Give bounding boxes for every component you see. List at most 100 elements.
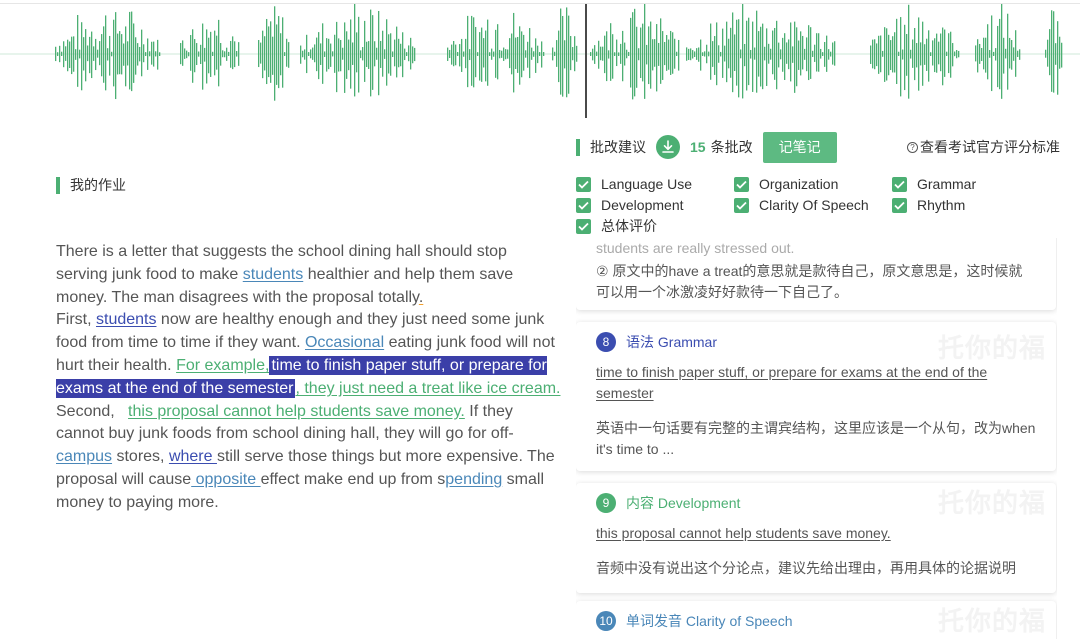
waveform-sample — [816, 33, 818, 72]
audio-waveform[interactable] — [0, 4, 1080, 120]
waveform-sample — [358, 16, 360, 93]
waveform-sample — [752, 21, 754, 92]
filter-grammar[interactable]: Grammar — [892, 174, 976, 194]
waveform-sample — [194, 39, 196, 73]
waveform-sample — [264, 36, 266, 71]
waveform-sample — [756, 10, 758, 93]
card-faded-text: students are really stressed out. — [596, 240, 795, 256]
waveform-sample — [344, 22, 346, 93]
waveform-sample — [451, 44, 453, 65]
waveform-sample — [768, 43, 770, 64]
waveform-sample — [989, 50, 991, 58]
waveform-sample — [766, 28, 768, 86]
waveform-sample — [718, 45, 720, 63]
correction-mark[interactable]: , they just need a treat like ice cream. — [295, 380, 560, 397]
correction-mark[interactable]: opposite — [191, 471, 260, 488]
filter-label: Rhythm — [917, 197, 966, 213]
take-notes-button[interactable]: 记笔记 — [762, 131, 837, 163]
waveform-sample — [390, 33, 392, 76]
waveform-sample — [284, 52, 286, 56]
filter-overall-evaluation[interactable]: 总体评价 — [576, 216, 657, 236]
waveform-sample — [220, 43, 222, 66]
correction-card-list[interactable]: students are really stressed out. ② 原文中的… — [576, 238, 1057, 639]
correction-card[interactable]: students are really stressed out. ② 原文中的… — [576, 238, 1056, 310]
waveform-sample — [57, 52, 59, 56]
waveform-sample — [447, 47, 449, 61]
waveform-sample — [928, 30, 930, 82]
waveform-sample — [704, 51, 706, 57]
card-quote-link[interactable]: this proposal cannot help students save … — [596, 523, 1036, 544]
waveform-sample — [558, 30, 560, 83]
waveform-sample — [527, 41, 529, 68]
waveform-sample — [934, 38, 936, 73]
waveform-sample — [672, 32, 674, 74]
waveform-sample — [702, 52, 704, 56]
card-quote-link[interactable]: time to finish paper stuff, or prepare f… — [596, 362, 1036, 404]
waveform-sample — [614, 52, 616, 56]
correction-mark[interactable]: Occasional — [305, 334, 384, 351]
correction-mark[interactable]: For example, — [176, 357, 269, 374]
waveform-sample — [509, 38, 511, 69]
waveform-sample — [200, 44, 202, 65]
waveform-sample — [180, 43, 182, 65]
checkbox-checked-icon — [576, 218, 591, 234]
essay-paragraph-1: There is a letter that suggests the scho… — [56, 241, 561, 309]
waveform-sample — [374, 41, 376, 67]
waveform-sample — [726, 21, 728, 83]
waveform-sample — [505, 49, 507, 60]
waveform-sample — [958, 50, 960, 58]
filter-clarity-of-speech[interactable]: Clarity Of Speech — [734, 195, 869, 215]
homework-title: 我的作业 — [70, 177, 126, 193]
filter-development[interactable]: Development — [576, 195, 684, 215]
waveform-sample — [322, 23, 324, 84]
waveform-sample — [93, 46, 95, 61]
filter-language-use[interactable]: Language Use — [576, 174, 692, 194]
waveform-sample — [552, 47, 554, 61]
waveform-sample — [764, 46, 766, 61]
waveform-sample — [742, 4, 744, 99]
waveform-sample — [640, 27, 642, 78]
correction-mark[interactable]: pending — [445, 471, 502, 488]
waveform-sample — [314, 44, 316, 63]
waveform-sample — [519, 26, 521, 85]
correction-card-pronunciation[interactable]: 托你的福 10 单词发音 Clarity of Speech — [576, 601, 1056, 639]
waveform-sample — [328, 38, 330, 70]
waveform-sample — [354, 4, 356, 97]
correction-card-grammar[interactable]: 托你的福 8 语法 Grammar time to finish paper s… — [576, 322, 1056, 471]
correction-mark[interactable]: this proposal cannot help students save … — [128, 403, 465, 420]
waveform-sample — [932, 40, 934, 66]
correction-card-development[interactable]: 托你的福 9 内容 Development this proposal cann… — [576, 483, 1056, 593]
filter-rhythm[interactable]: Rhythm — [892, 195, 965, 215]
waveform-sample — [722, 28, 724, 78]
essay-text-run: Second, — [56, 402, 129, 420]
waveform-sample — [776, 20, 778, 90]
waveform-sample — [326, 38, 328, 72]
waveform-sample — [184, 48, 186, 59]
filter-organization[interactable]: Organization — [734, 174, 838, 194]
waveform-sample — [139, 46, 141, 62]
filter-label: Development — [601, 197, 684, 213]
waveform-sample — [352, 42, 354, 65]
correction-mark[interactable]: where — [169, 448, 217, 465]
waveform-sample — [511, 33, 513, 75]
waveform-sample — [568, 15, 570, 94]
waveform-sample — [312, 47, 314, 60]
checkbox-checked-icon — [576, 176, 591, 192]
waveform-sample — [832, 42, 834, 65]
correction-mark[interactable]: . — [419, 289, 423, 306]
waveform-sample — [952, 43, 954, 67]
correction-mark[interactable]: campus — [56, 448, 112, 465]
waveform-sample — [914, 28, 916, 81]
waveform-sample — [206, 29, 208, 84]
playhead[interactable] — [585, 4, 587, 118]
waveform-sample — [342, 47, 344, 60]
download-icon[interactable] — [656, 135, 680, 159]
waveform-sample — [320, 43, 322, 65]
correction-mark[interactable]: students — [243, 266, 303, 283]
waveform-sample — [646, 44, 648, 65]
waveform-sample — [103, 26, 105, 83]
scoring-standard-link[interactable]: ? 查看考试官方评分标准 — [907, 137, 1060, 157]
essay-text: There is a letter that suggests the scho… — [56, 241, 561, 515]
correction-mark[interactable]: students — [96, 311, 156, 328]
waveform-sample — [300, 45, 302, 64]
